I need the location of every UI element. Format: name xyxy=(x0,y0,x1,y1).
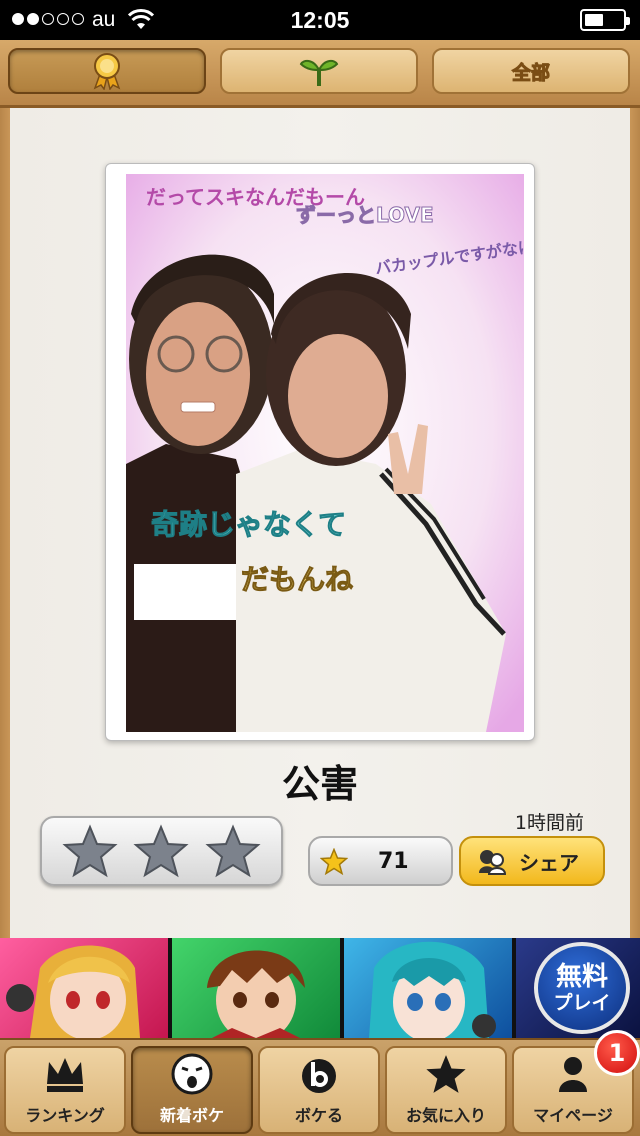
share-label: シェア xyxy=(519,850,579,875)
sprout-icon xyxy=(299,59,339,86)
filter-bar: 全部 xyxy=(0,40,640,108)
bottom-tab-bar: ランキング 新着ボケ ボケる お気に入り マイページ xyxy=(0,1038,640,1136)
post-title: 公害 xyxy=(281,762,358,806)
tab-bokeru-label: ボケる xyxy=(294,1106,343,1125)
tab-all-label: 全部 xyxy=(511,61,550,84)
free-play-line2: プレイ xyxy=(553,992,611,1014)
tab-hit[interactable] xyxy=(8,48,206,94)
photo-text-bottom-2: だもんね xyxy=(241,563,353,596)
photo-frame: だってスキなんだもーん ずーっとLOVE バカップルですがなにか? 奇跡じゃなく… xyxy=(105,163,535,741)
post-time-ago: 1時間前 xyxy=(514,812,584,834)
clock: 12:05 xyxy=(290,7,350,33)
face-icon xyxy=(171,1053,213,1095)
banner-character-3 xyxy=(344,938,512,1038)
crown-icon xyxy=(47,1058,83,1092)
free-play-line1: 無料 xyxy=(555,962,608,992)
tab-favorites-label: お気に入り xyxy=(405,1106,486,1125)
star-count: 71 xyxy=(378,848,409,874)
tab-bokeru[interactable]: ボケる xyxy=(258,1046,380,1134)
tab-ranking[interactable]: ランキング xyxy=(4,1046,126,1134)
rate-star-3-icon[interactable] xyxy=(205,824,261,878)
tab-ranking-label: ランキング xyxy=(25,1106,105,1125)
share-button[interactable]: シェア xyxy=(459,836,605,886)
hit-ribbon-icon xyxy=(93,53,121,90)
photo-text-bottom-1: 奇跡じゃなくて xyxy=(151,508,346,541)
rate-star-1-icon[interactable] xyxy=(62,824,118,878)
ad-banner[interactable]: 無料 プレイ xyxy=(0,938,640,1038)
star-icon xyxy=(426,1055,466,1093)
banner-character-1 xyxy=(0,938,168,1038)
tab-new-boke[interactable]: 新着ボケ xyxy=(131,1046,253,1134)
boke-icon xyxy=(302,1059,336,1093)
tab-favorites[interactable]: お気に入り xyxy=(385,1046,507,1134)
person-icon xyxy=(559,1057,587,1092)
free-play-badge[interactable]: 無料 プレイ xyxy=(534,942,630,1034)
banner-character-2 xyxy=(172,938,340,1038)
photo-text-top-right: ずーっとLOVE xyxy=(296,203,434,227)
tab-mypage-label: マイページ xyxy=(533,1106,613,1125)
post-photo[interactable]: だってスキなんだもーん ずーっとLOVE バカップルですがなにか? 奇跡じゃなく… xyxy=(126,174,524,732)
battery-icon xyxy=(580,9,630,31)
star-count-icon xyxy=(320,847,348,875)
status-bar: au 12:05 xyxy=(0,0,640,40)
star-count-box: 71 xyxy=(308,836,453,886)
post-view: だってスキなんだもーん ずーっとLOVE バカップルですがなにか? 奇跡じゃなく… xyxy=(0,108,640,938)
censor-block xyxy=(134,564,236,620)
rate-star-2-icon[interactable] xyxy=(133,824,190,878)
tab-new-boke-label: 新着ボケ xyxy=(159,1106,224,1125)
rating-stars xyxy=(40,816,283,886)
share-icon xyxy=(479,850,507,875)
tab-all[interactable]: 全部 xyxy=(432,48,630,94)
tab-new[interactable] xyxy=(220,48,418,94)
notification-badge: 1 xyxy=(594,1030,640,1076)
